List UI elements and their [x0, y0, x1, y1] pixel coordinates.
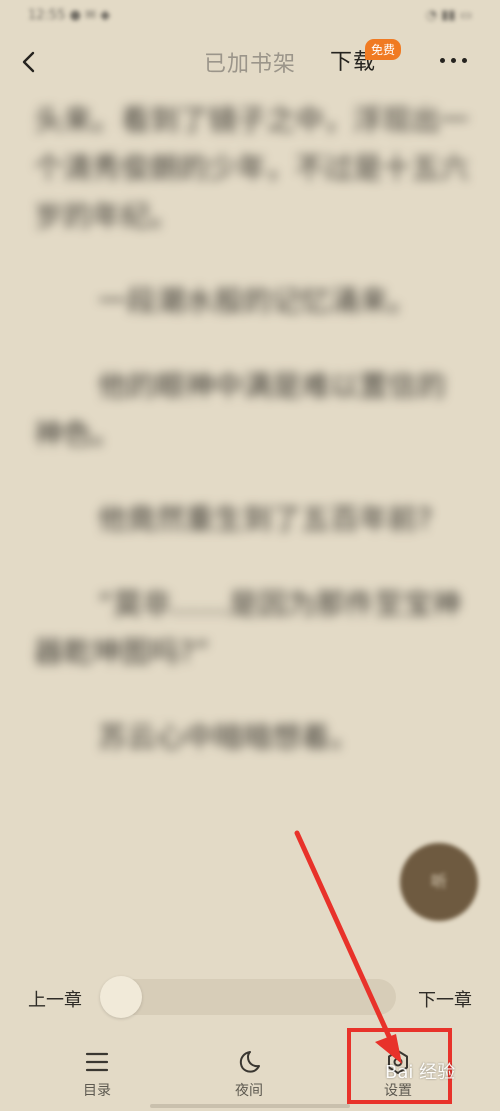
paragraph: 一段潮水般的记忆涌来。 [98, 284, 418, 318]
chapter-progress: 上一章 下一章 [0, 970, 500, 1024]
listen-button[interactable]: 听 [400, 843, 478, 921]
menu-icon [85, 1052, 109, 1072]
progress-slider-thumb[interactable] [100, 976, 142, 1018]
status-bar: 12:55 ● ✉ ◆ ◔ ▮▮ ▭ [0, 0, 500, 34]
paragraph: 他的眼神中满是难以置信的神色。 [34, 369, 447, 451]
nav-label: 目录 [83, 1083, 111, 1099]
chevron-left-icon [22, 51, 35, 73]
home-indicator [150, 1104, 350, 1108]
free-badge: 免费 [365, 39, 402, 60]
status-time: 12:55 ● ✉ ◆ [28, 8, 111, 23]
paragraph: 头来。看到了镜子之中，浮现出一个清秀俊朗的少年，不过是十五六岁的年纪。 [34, 103, 470, 233]
paragraph: 他竟然重生到了五百年前? [98, 502, 433, 536]
chapter-content: 头来。看到了镜子之中，浮现出一个清秀俊朗的少年，不过是十五六岁的年纪。 一段潮水… [34, 96, 474, 798]
moon-icon [239, 1051, 260, 1073]
prev-chapter-button[interactable]: 上一章 [28, 986, 82, 1012]
status-indicators: ◔ ▮▮ ▭ [425, 8, 472, 23]
download-button[interactable]: 下载 免费 [330, 39, 402, 80]
nav-table-of-contents[interactable]: 目录 [57, 1048, 137, 1100]
progress-slider[interactable] [106, 979, 396, 1015]
reader-top-bar: 已加书架 下载 免费 [0, 36, 500, 90]
paragraph: “莫非……是因为那件至宝神器乾坤图吗?” [34, 587, 462, 669]
added-to-shelf-label[interactable]: 已加书架 [204, 46, 296, 78]
nav-label: 夜间 [235, 1083, 263, 1099]
nav-night-mode[interactable]: 夜间 [209, 1048, 289, 1100]
paragraph: 苏云心中暗暗想着。 [98, 720, 360, 754]
more-button[interactable] [440, 58, 468, 66]
next-chapter-button[interactable]: 下一章 [418, 986, 472, 1012]
back-button[interactable] [14, 46, 46, 78]
watermark-logo: Bai 经验 [385, 1062, 456, 1083]
